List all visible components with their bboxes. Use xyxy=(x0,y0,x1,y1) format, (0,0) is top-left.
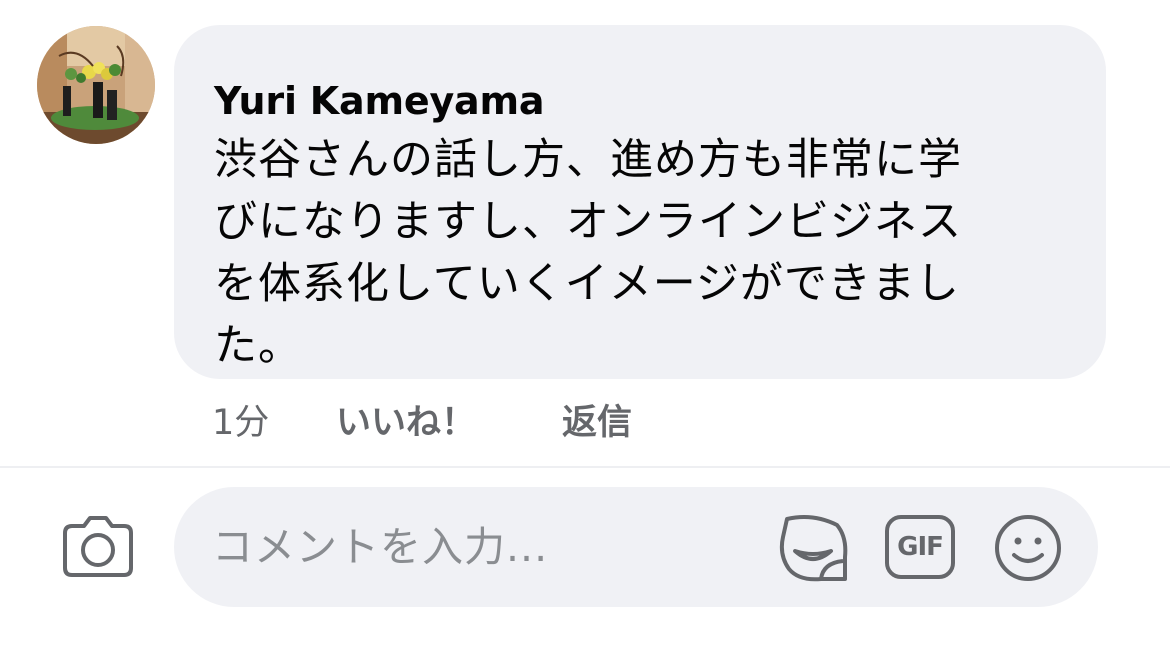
like-button[interactable]: いいね！ xyxy=(336,398,476,448)
comment-timestamp[interactable]: 1分 xyxy=(212,398,269,448)
comment-bubble: Yuri Kameyama 渋谷さんの話し方、進め方も非常に学 びになりますし、… xyxy=(174,25,1106,379)
gif-icon[interactable]: GIF xyxy=(884,514,956,580)
sticker-icon[interactable] xyxy=(777,511,849,583)
comment-input[interactable]: コメントを入力... GIF xyxy=(174,487,1098,607)
comment-text-line: た。 xyxy=(214,321,302,371)
comment-text-line: を体系化していくイメージができまし xyxy=(214,259,960,309)
reply-button[interactable]: 返信 xyxy=(562,398,632,448)
camera-icon[interactable] xyxy=(60,512,136,580)
comment-author[interactable]: Yuri Kameyama xyxy=(214,73,1074,129)
avatar[interactable] xyxy=(37,26,155,144)
gif-label: GIF xyxy=(897,532,944,562)
comment-page: Yuri Kameyama 渋谷さんの話し方、進め方も非常に学 びになりますし、… xyxy=(0,0,1170,662)
avatar-photo xyxy=(37,26,155,144)
comment-input-placeholder: コメントを入力... xyxy=(212,523,549,571)
comment-text-line: びになりますし、オンラインビジネス xyxy=(214,197,962,247)
emoji-icon[interactable] xyxy=(993,513,1063,583)
divider xyxy=(0,466,1170,468)
comment-text-line: 渋谷さんの話し方、進め方も非常に学 xyxy=(214,135,962,185)
